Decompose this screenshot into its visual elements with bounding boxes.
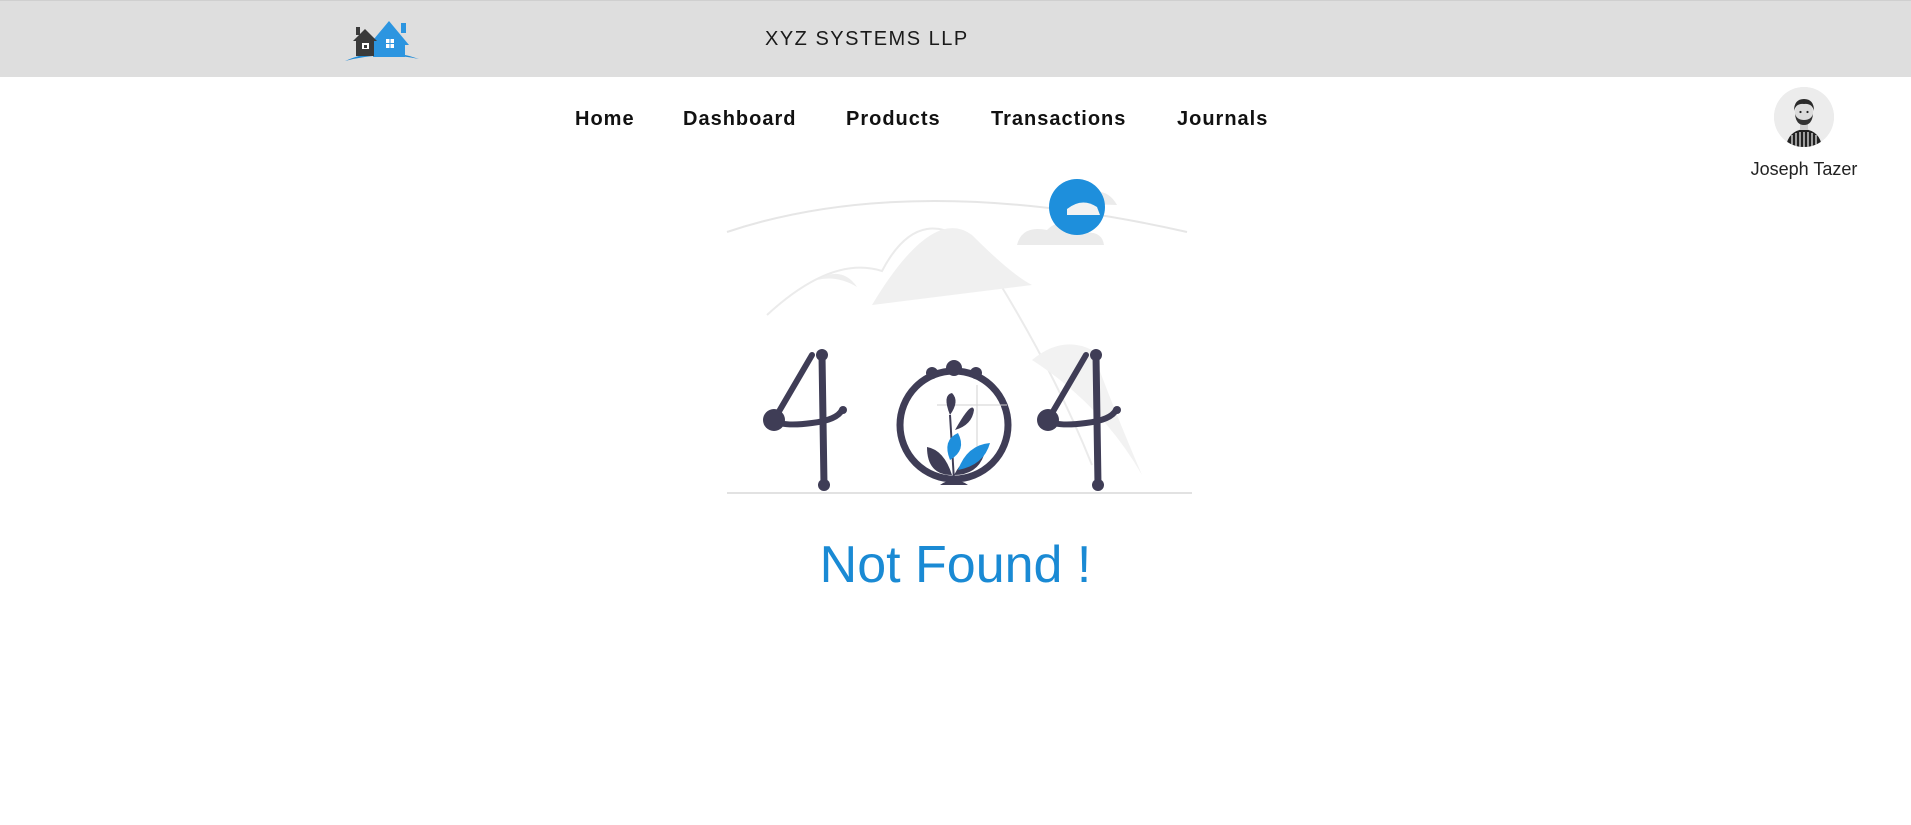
company-name: XYZ SYSTEMS LLP	[765, 28, 969, 50]
house-logo-icon[interactable]	[343, 15, 421, 63]
top-bar: XYZ SYSTEMS LLP	[0, 0, 1911, 77]
nav-item-transactions[interactable]: Transactions	[991, 108, 1126, 131]
user-name[interactable]: Joseph Tazer	[1740, 159, 1868, 180]
nav-item-products[interactable]: Products	[846, 108, 941, 131]
user-avatar[interactable]	[1774, 87, 1834, 147]
nav-item-journals[interactable]: Journals	[1177, 108, 1268, 131]
nav-item-home[interactable]: Home	[575, 108, 635, 131]
main-nav: Home Dashboard Products Transactions Jou…	[0, 108, 1911, 138]
nav-item-dashboard[interactable]: Dashboard	[683, 108, 796, 131]
404-illustration	[726, 179, 1192, 494]
user-profile[interactable]: Joseph Tazer	[1740, 87, 1868, 180]
not-found-message: Not Found !	[819, 536, 1092, 594]
